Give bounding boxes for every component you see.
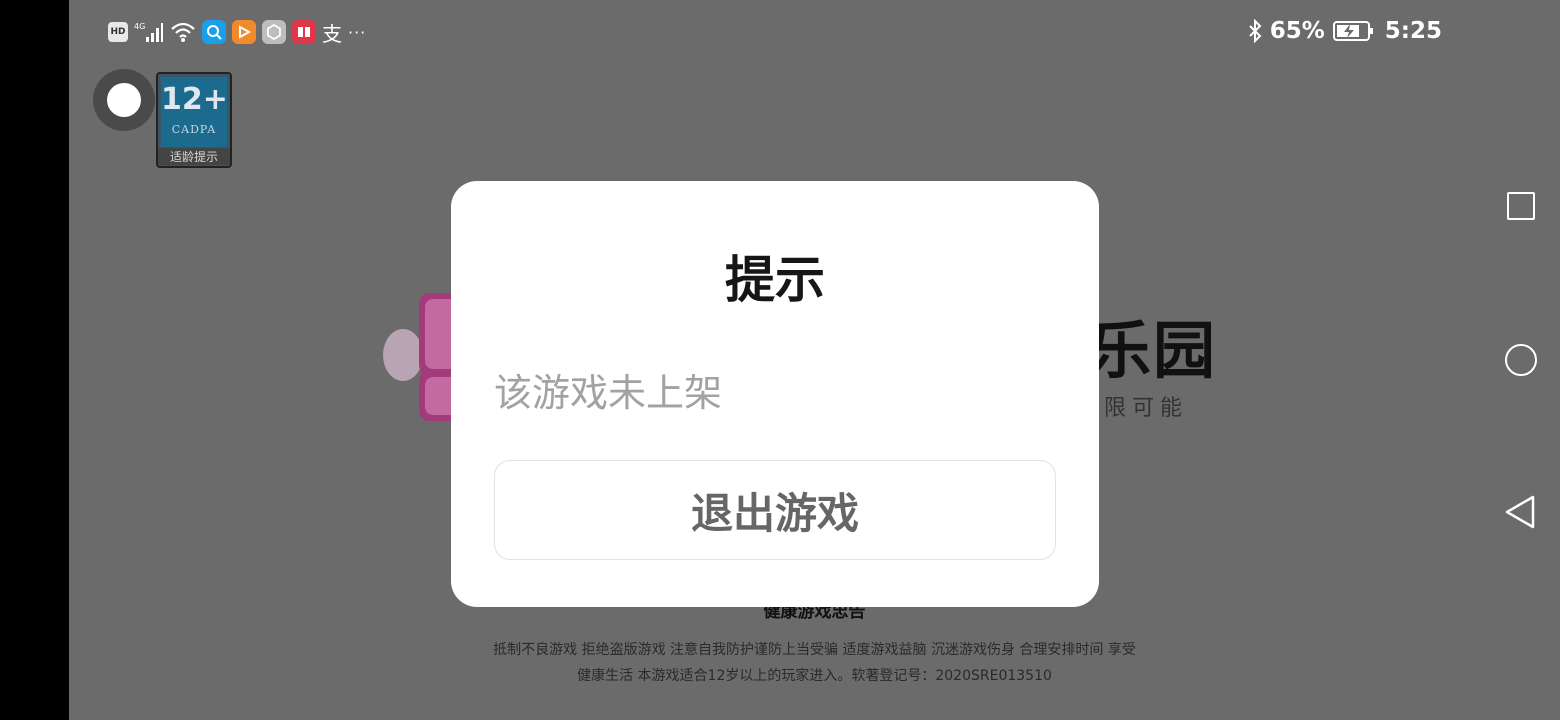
health-advice-line: 抵制不良游戏 拒绝盗版游戏 注意自我防护谨防上当受骗 适度游戏益脑 沉迷游戏伤身… bbox=[493, 642, 1136, 658]
battery-charging-icon bbox=[1332, 20, 1373, 42]
wifi-icon bbox=[170, 20, 196, 44]
status-left-icons: HD 4G 支 ··· bbox=[108, 20, 367, 46]
age-rating-label: 适龄提示 bbox=[158, 148, 230, 165]
translate-app-icon: 支 bbox=[322, 21, 342, 46]
back-button[interactable] bbox=[1503, 494, 1539, 530]
search-app-icon bbox=[202, 20, 226, 44]
health-advice-line: 健康生活 本游戏适合12岁以上的玩家进入。软著登记号：2020SRE013510 bbox=[577, 668, 1052, 684]
clock-time: 5:25 bbox=[1384, 18, 1442, 44]
bluetooth-icon bbox=[1248, 19, 1262, 43]
svg-text:4G: 4G bbox=[134, 22, 145, 31]
age-rating-badge: 12+ CADPA 适龄提示 bbox=[156, 72, 232, 168]
game-logo-right: 乐园 bbox=[1089, 314, 1218, 387]
floating-assistant-button[interactable] bbox=[93, 69, 155, 131]
age-rating-number: 12+ bbox=[161, 82, 228, 117]
age-rating-org: CADPA bbox=[171, 123, 217, 136]
video-app-icon bbox=[232, 20, 256, 44]
more-notifications-icon: ··· bbox=[348, 22, 367, 42]
age-rating-panel: 12+ CADPA bbox=[161, 77, 228, 147]
dialog-message: 该游戏未上架 bbox=[494, 371, 723, 415]
recent-apps-button[interactable] bbox=[1507, 192, 1535, 220]
floating-dot-icon bbox=[107, 83, 141, 117]
status-right-icons: 65% 5:25 bbox=[1248, 18, 1442, 44]
status-bar: HD 4G 支 ··· 65% 5:25 bbox=[69, 0, 1560, 66]
game-screen: 乐园 限可能 健康游戏忠告 抵制不良游戏 拒绝盗版游戏 注意自我防护谨防上当受骗… bbox=[69, 0, 1560, 720]
hand-app-icon bbox=[262, 20, 286, 44]
hd-icon: HD bbox=[108, 22, 128, 42]
cellular-signal-icon: 4G bbox=[134, 20, 164, 44]
battery-percent: 65% bbox=[1269, 18, 1325, 44]
left-black-bar bbox=[0, 0, 69, 720]
home-button[interactable] bbox=[1505, 344, 1537, 376]
book-app-icon bbox=[292, 20, 316, 44]
dialog-title: 提示 bbox=[725, 251, 825, 309]
game-slogan: 限可能 bbox=[1104, 396, 1189, 421]
exit-game-button[interactable]: 退出游戏 bbox=[494, 460, 1056, 560]
